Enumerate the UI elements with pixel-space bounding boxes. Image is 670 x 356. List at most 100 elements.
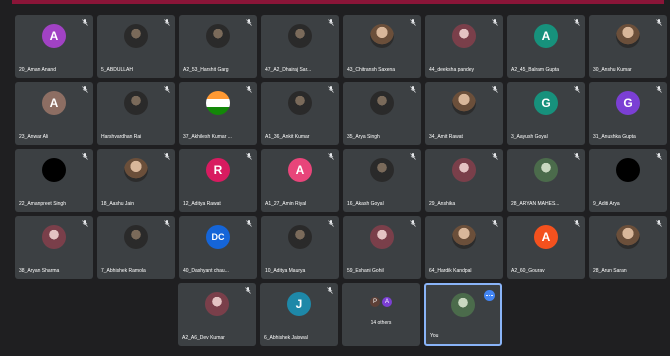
participant-tile[interactable]: 35_Arya Singh [343,82,421,145]
participant-tile[interactable]: A2_A6_Dev Kumar [178,283,256,346]
participant-name: A2_A6_Dev Kumar [182,335,225,341]
more-options-icon[interactable] [484,290,495,301]
avatar [452,24,476,49]
mic-off-icon [246,153,252,160]
participant-tile[interactable]: 5_ABDULLAH [97,15,175,78]
participant-tile[interactable]: 16_Akash Goyal [343,149,421,212]
avatar [206,91,230,116]
mic-off-icon [574,19,580,26]
participant-tile[interactable]: 9_Aditi Arya [589,149,667,212]
participant-name: A2_53_Harshit Garg [183,67,229,73]
participant-tile[interactable]: 22_Amanpreet Singh [15,149,93,212]
mic-off-icon [656,153,662,160]
participant-tile[interactable]: 43_Chitransh Saxena [343,15,421,78]
others-tile[interactable]: P A 14 others [342,283,420,346]
participant-name: 16_Akash Goyal [347,201,384,207]
participant-tile[interactable]: 7_Abhishek Ramola [97,216,175,279]
avatar: A [534,24,558,49]
mic-off-icon [246,220,252,227]
mic-off-icon [328,19,334,26]
participant-name: 40_Dashyant chau... [183,268,229,274]
participant-name: A2_45_Balram Gupta [511,67,560,73]
participant-tile[interactable]: A A2_60_Gourav [507,216,585,279]
mic-off-icon [246,19,252,26]
participant-tile[interactable]: 64_Hardik Kandpal [425,216,503,279]
participant-tile[interactable]: 47_A2_Dhairaj Sar... [261,15,339,78]
mic-off-icon [656,19,662,26]
avatar [616,158,640,183]
participant-tile[interactable]: 28_ARYAN MAHES... [507,149,585,212]
avatar [370,225,394,250]
participant-tile[interactable]: 38_Aryan Sharma [15,216,93,279]
participant-tile[interactable]: 44_deeksha pandey [425,15,503,78]
avatar [288,24,312,49]
avatar [124,91,148,116]
mic-off-icon [410,220,416,227]
mic-off-icon [327,287,333,294]
mic-off-icon [245,287,251,294]
avatar: A [534,225,558,250]
participant-tile[interactable]: G 3_Aayush Goyal [507,82,585,145]
avatar [370,24,394,49]
avatar: J [287,292,311,317]
participant-name: 59_Eshani Gohil [347,268,384,274]
participant-name: 37_Akhilesh Kumar ... [183,134,232,140]
participant-row-last: A2_A6_Dev Kumar J 6_Abhishek Jaiswal P A 14 o… [15,283,665,346]
participant-row: 22_Amanpreet Singh 18_Aashu Jain R 12_Adity… [15,149,667,212]
participant-name: 34_Amit Rawat [429,134,463,140]
participant-tile[interactable]: 30_Anshu Kumar [589,15,667,78]
mini-avatar: A [382,296,392,307]
participant-name: 18_Aashu Jain [101,201,135,207]
participant-tile[interactable]: R 12_Aditya Rawat [179,149,257,212]
participant-row: A 23_Anwar Ali Harshvardhan Rai 37_Akhilesh… [15,82,667,145]
participant-tile[interactable]: Harshvardhan Rai [97,82,175,145]
avatar [534,158,558,183]
self-tile[interactable]: You [424,283,502,346]
mic-off-icon [164,19,170,26]
participant-tile[interactable]: A2_53_Harshit Garg [179,15,257,78]
avatar: G [616,91,640,116]
participant-name: 22_Amanpreet Singh [19,201,66,207]
avatar: A [42,91,66,116]
avatar [124,24,148,49]
participant-name: 35_Arya Singh [347,134,380,140]
participant-name: 38_Aryan Sharma [19,268,60,274]
participant-name: 6_Abhishek Jaiswal [264,335,308,341]
participant-tile[interactable]: J 6_Abhishek Jaiswal [260,283,338,346]
mic-off-icon [164,86,170,93]
participant-tile[interactable]: A A1_27_Amin Riyal [261,149,339,212]
participant-tile[interactable]: 10_Aditya Maurya [261,216,339,279]
participant-name: A2_60_Gourav [511,268,545,274]
participant-tile[interactable]: 34_Amit Rawat [425,82,503,145]
participant-tile[interactable]: A A2_45_Balram Gupta [507,15,585,78]
participant-tile[interactable]: 59_Eshani Gohil [343,216,421,279]
avatar [42,158,66,183]
participant-tile[interactable]: A 23_Anwar Ali [15,82,93,145]
avatar [42,225,66,250]
mic-off-icon [492,220,498,227]
mic-off-icon [246,86,252,93]
mic-off-icon [410,153,416,160]
participant-name: You [430,333,439,339]
participant-tile[interactable]: 18_Aashu Jain [97,149,175,212]
participant-name: 7_Abhishek Ramola [101,268,146,274]
avatar [451,293,475,318]
participant-tile[interactable]: A 20_Aman Anand [15,15,93,78]
participant-row: 38_Aryan Sharma 7_Abhishek Ramola DC 40_Das… [15,216,667,279]
participant-tile[interactable]: A1_36_Ankit Kumar [261,82,339,145]
participant-tile[interactable]: 37_Akhilesh Kumar ... [179,82,257,145]
mini-avatar: P [370,296,380,307]
participant-tile[interactable]: G 31_Anushka Gupta [589,82,667,145]
mic-off-icon [82,86,88,93]
participant-name: 12_Aditya Rawat [183,201,221,207]
mic-off-icon [574,86,580,93]
participant-tile[interactable]: 28_Arun Saran [589,216,667,279]
participant-tile[interactable]: DC 40_Dashyant chau... [179,216,257,279]
mic-off-icon [328,86,334,93]
avatar [205,292,229,317]
participant-name: 10_Aditya Maurya [265,268,306,274]
avatar [452,225,476,250]
mic-off-icon [164,220,170,227]
participant-tile[interactable]: 29_Anshika [425,149,503,212]
participant-grid: A 20_Aman Anand 5_ABDULLAH A2_53_Harshit Ga… [15,15,667,350]
